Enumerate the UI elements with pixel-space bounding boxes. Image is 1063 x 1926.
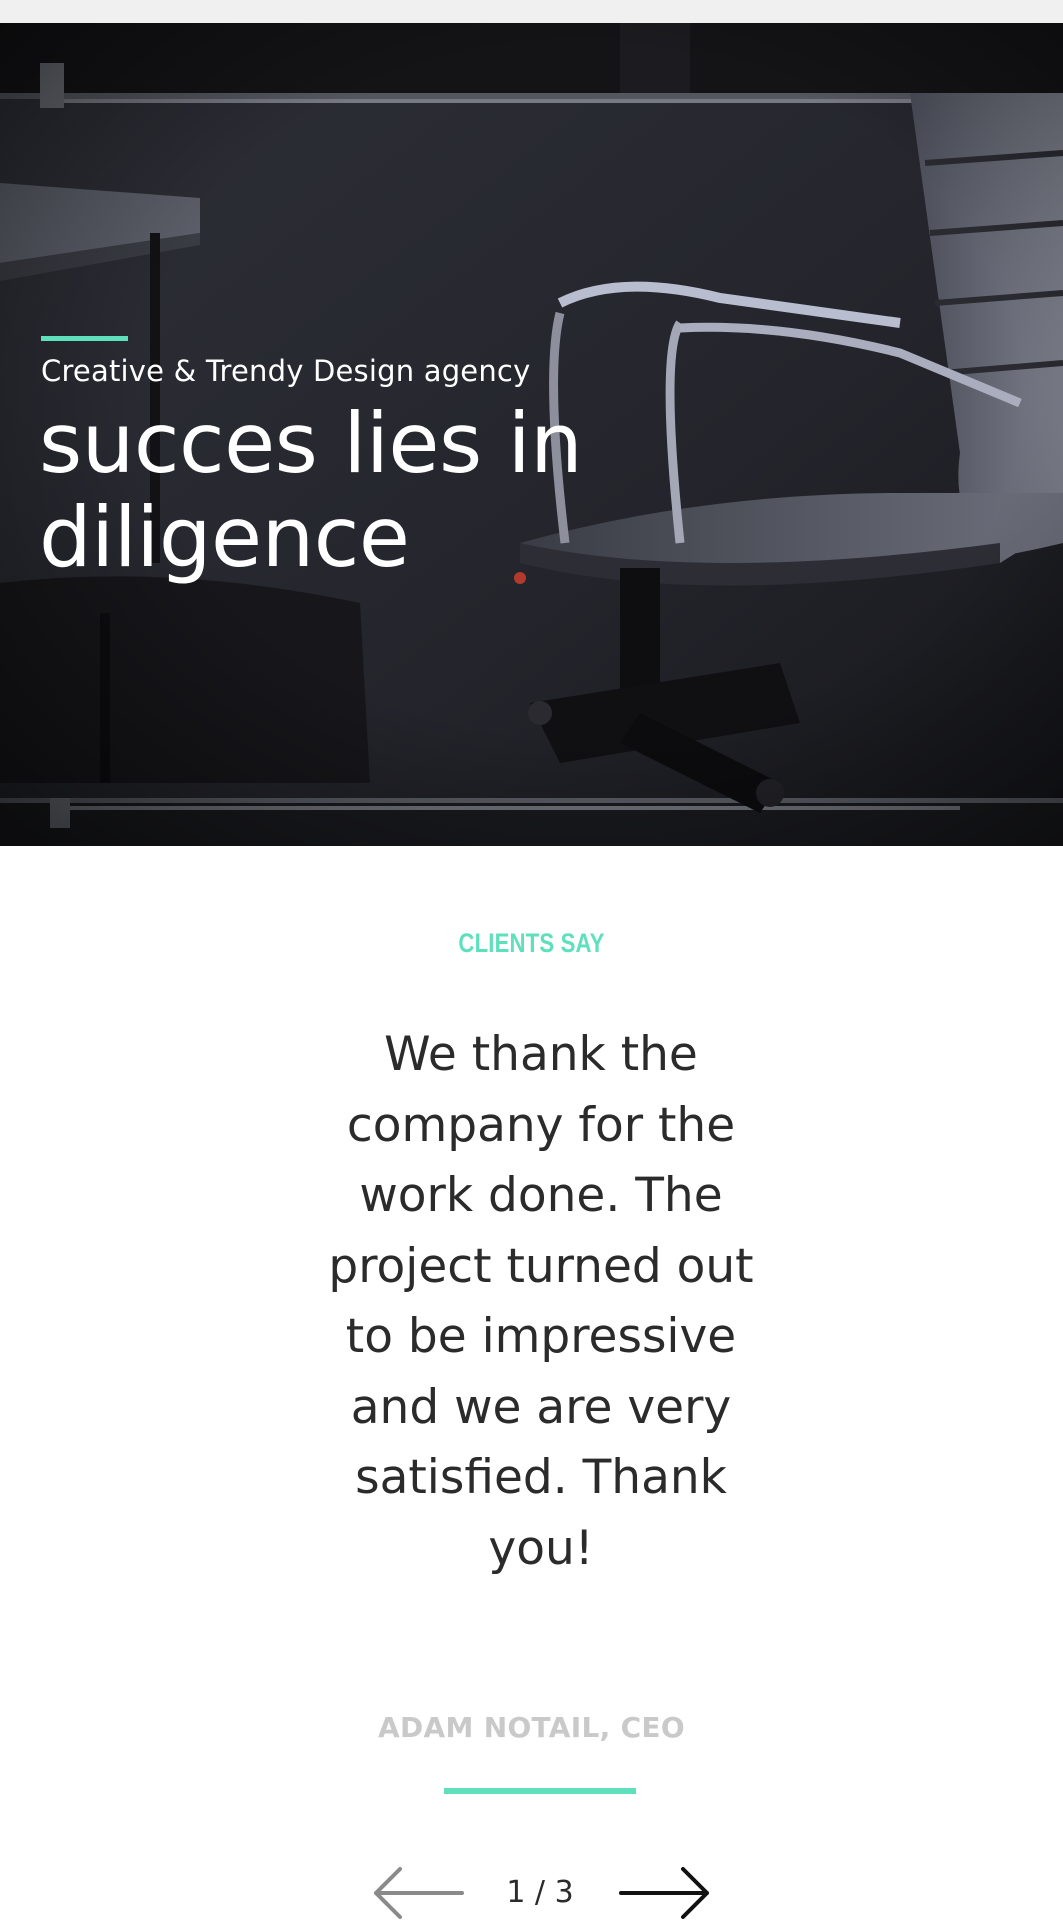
next-button[interactable] xyxy=(617,1860,713,1920)
hero-tagline: Creative & Trendy Design agency xyxy=(41,354,531,388)
arrow-left-icon xyxy=(374,1867,464,1919)
testimonial-author: ADAM NOTAIL, CEO xyxy=(378,1711,685,1744)
prev-button[interactable] xyxy=(370,1860,466,1920)
slide-counter: 1 / 3 xyxy=(506,1875,574,1910)
hero-title: succes lies in diligence xyxy=(39,395,583,586)
hero-banner: Creative & Trendy Design agency succes l… xyxy=(0,23,1063,846)
testimonial-pager: 1 / 3 xyxy=(0,1860,1063,1920)
arrow-right-icon xyxy=(619,1867,709,1919)
testimonial-quote: We thank the company for the work done. … xyxy=(328,1027,754,1576)
author-divider xyxy=(444,1788,636,1794)
top-strip xyxy=(0,0,1063,23)
hero-accent-line xyxy=(41,336,128,341)
clients-say-heading: CLIENTS SAY xyxy=(458,928,605,958)
